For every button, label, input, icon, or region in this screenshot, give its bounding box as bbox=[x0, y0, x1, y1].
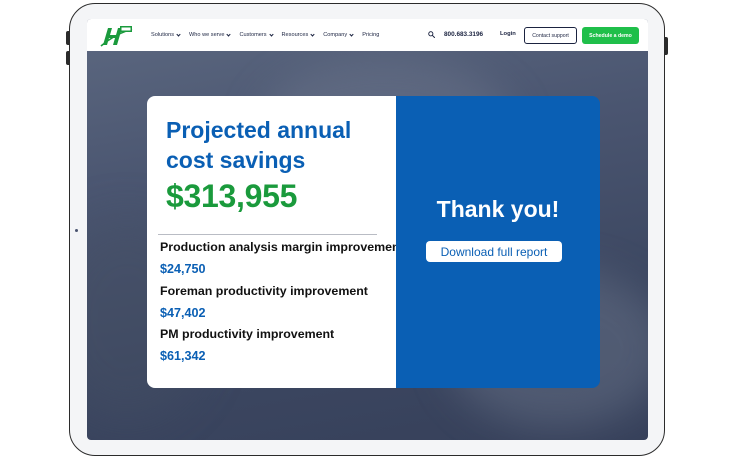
tablet-screen: Solutions Who we serve Customers Resourc… bbox=[87, 19, 648, 440]
login-link[interactable]: Login bbox=[500, 31, 516, 37]
schedule-demo-button[interactable]: Schedule a demo bbox=[582, 27, 639, 44]
metric-value: $61,342 bbox=[160, 349, 206, 363]
hcss-logo-icon[interactable] bbox=[99, 25, 133, 47]
search-icon[interactable] bbox=[428, 31, 435, 38]
chevron-down-icon bbox=[268, 31, 274, 37]
tablet-camera bbox=[75, 229, 78, 232]
nav-item-who-we-serve[interactable]: Who we serve bbox=[189, 31, 232, 38]
metric-label: Foreman productivity improvement bbox=[160, 284, 368, 298]
chevron-down-icon bbox=[176, 31, 181, 37]
contact-support-button[interactable]: Contact support bbox=[524, 27, 577, 44]
chevron-down-icon bbox=[226, 31, 232, 37]
divider bbox=[158, 234, 377, 235]
savings-total: $313,955 bbox=[166, 178, 298, 214]
thank-you-heading: Thank you! bbox=[436, 196, 560, 222]
chevron-down-icon bbox=[310, 31, 315, 37]
chevron-down-icon bbox=[349, 31, 354, 37]
download-report-button[interactable]: Download full report bbox=[426, 241, 562, 262]
metric-label: Production analysis margin improvement bbox=[160, 240, 404, 254]
nav-item-resources[interactable]: Resources bbox=[282, 31, 315, 38]
metric-label: PM productivity improvement bbox=[160, 327, 335, 341]
tablet-power-button bbox=[665, 37, 668, 55]
savings-result-card: Projected annual cost savings $313,955 P… bbox=[147, 96, 600, 388]
nav-item-solutions[interactable]: Solutions bbox=[151, 31, 181, 38]
nav-item-pricing[interactable]: Pricing bbox=[362, 32, 379, 38]
phone-number-link[interactable]: 800.683.3196 bbox=[444, 31, 483, 38]
metric-value: $24,750 bbox=[160, 262, 206, 276]
savings-title: Projected annual cost savings bbox=[166, 117, 352, 173]
nav-item-company[interactable]: Company bbox=[323, 31, 354, 38]
site-navbar: Solutions Who we serve Customers Resourc… bbox=[87, 19, 648, 51]
savings-summary-panel: Projected annual cost savings $313,955 P… bbox=[147, 96, 404, 388]
metric-value: $47,402 bbox=[160, 306, 206, 320]
nav-item-customers[interactable]: Customers bbox=[239, 31, 274, 38]
nav-menu: Solutions Who we serve Customers Resourc… bbox=[151, 19, 388, 51]
thank-you-panel: Thank you! Download full report bbox=[396, 96, 600, 388]
